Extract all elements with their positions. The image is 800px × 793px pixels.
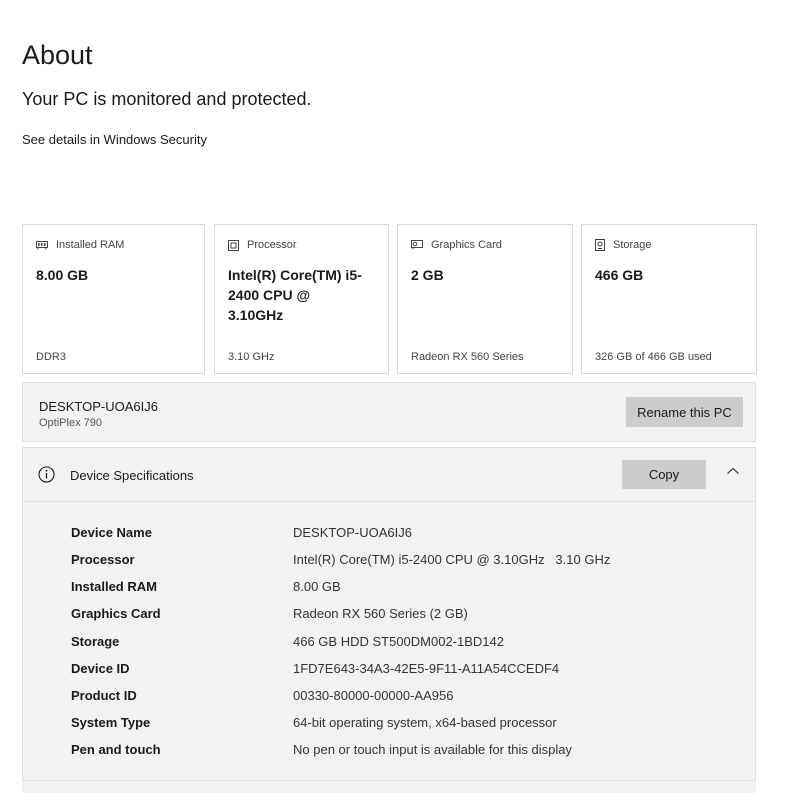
spec-label: Processor [71, 552, 135, 567]
graphics-card-icon [411, 240, 423, 250]
spec-value: 8.00 GB [293, 579, 341, 594]
storage-icon [595, 239, 605, 251]
protection-status: Your PC is monitored and protected. [22, 89, 312, 109]
spec-label: Storage [71, 634, 120, 649]
spec-value: 466 GB HDD ST500DM002-1BD142 [293, 634, 504, 649]
spec-label: Device ID [71, 661, 130, 676]
pc-model: OptiPlex 790 [39, 417, 102, 429]
graphics-card-label: Graphics Card [431, 239, 502, 251]
pc-name-bar: DESKTOP-UOA6IJ6 OptiPlex 790 Rename this… [22, 382, 756, 442]
processor-card-value: Intel(R) Core(TM) i5-2400 CPU @ 3.10GHz [228, 267, 362, 323]
processor-icon [228, 239, 239, 251]
graphics-card-value: 2 GB [411, 267, 444, 283]
spec-value: No pen or touch input is available for t… [293, 742, 572, 757]
copy-button[interactable]: Copy [622, 460, 706, 489]
pc-name: DESKTOP-UOA6IJ6 [39, 399, 158, 414]
chevron-up-icon[interactable] [726, 466, 740, 476]
storage-card-label: Storage [613, 239, 652, 251]
spec-value: 64-bit operating system, x64-based proce… [293, 715, 557, 730]
spec-label: Device Name [71, 525, 152, 540]
spec-label: Installed RAM [71, 579, 157, 594]
graphics-card-card: Graphics Card 2 GB Radeon RX 560 Series [397, 224, 573, 374]
device-specifications-header[interactable]: Device Specifications Copy [23, 448, 755, 502]
windows-security-link[interactable]: See details in Windows Security [22, 132, 207, 147]
ram-card-footer: DDR3 [36, 351, 66, 363]
spec-value: 1FD7E643-34A3-42E5-9F11-A11A54CCEDF4 [293, 661, 560, 676]
spec-value: Intel(R) Core(TM) i5-2400 CPU @ 3.10GHz … [293, 552, 611, 567]
spec-value: 00330-80000-00000-AA956 [293, 688, 454, 703]
ram-card-value: 8.00 GB [36, 267, 89, 283]
processor-card: Processor Intel(R) Core(TM) i5-2400 CPU … [214, 224, 389, 374]
device-specifications-panel: Device Specifications Copy Device Name D… [22, 447, 756, 792]
spec-label: Graphics Card [71, 606, 161, 621]
spec-value: DESKTOP-UOA6IJ6 [293, 525, 412, 540]
storage-card-value: 466 GB [595, 267, 644, 283]
storage-card: Storage 466 GB 326 GB of 466 GB used [581, 224, 757, 374]
spec-label: Product ID [71, 688, 137, 703]
info-icon [38, 466, 55, 483]
rename-pc-button[interactable]: Rename this PC [626, 397, 743, 427]
page-title: About [22, 40, 93, 70]
storage-card-footer: 326 GB of 466 GB used [595, 351, 712, 363]
ram-card: Installed RAM 8.00 GB DDR3 [22, 224, 205, 374]
spec-label: System Type [71, 715, 151, 730]
spec-value: Radeon RX 560 Series (2 GB) [293, 606, 468, 621]
device-specifications-title: Device Specifications [70, 468, 194, 483]
graphics-card-footer: Radeon RX 560 Series [411, 351, 524, 363]
processor-card-label: Processor [247, 239, 297, 251]
ram-card-label: Installed RAM [56, 239, 125, 251]
spec-label: Pen and touch [71, 742, 161, 757]
memory-icon [36, 241, 48, 250]
next-section-edge [22, 780, 756, 793]
processor-card-footer: 3.10 GHz [228, 351, 275, 363]
